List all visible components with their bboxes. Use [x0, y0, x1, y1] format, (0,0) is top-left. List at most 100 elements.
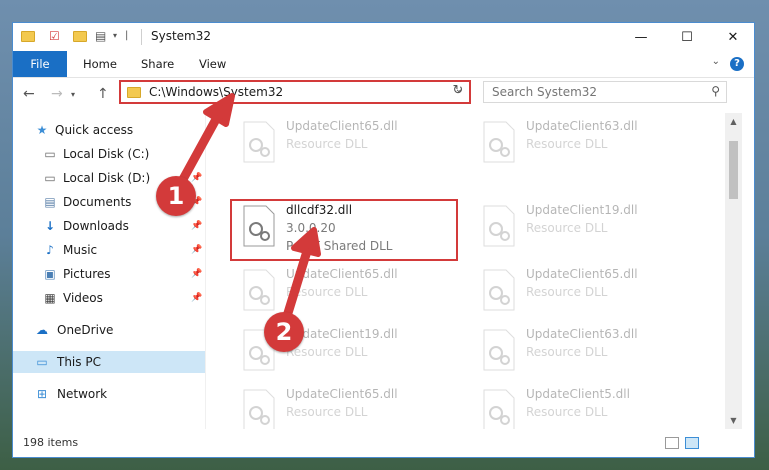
minimize-button[interactable]: —	[618, 23, 664, 51]
file-item[interactable]: UpdateClient63.dll Resource DLL	[474, 117, 698, 173]
ribbon: File Home Share View ⌄ ?	[13, 51, 754, 78]
help-icon[interactable]: ?	[730, 57, 744, 71]
file-explorer-window: ☑ ▤ ▾ | System32 — ☐ ✕ File Home Share V…	[12, 22, 755, 458]
file-name: UpdateClient65.dll	[286, 387, 398, 401]
file-name: UpdateClient63.dll	[526, 327, 638, 341]
drive-icon: ▭	[44, 147, 56, 161]
file-item[interactable]: UpdateClient65.dll Resource DLL	[234, 265, 458, 321]
file-description: Resource DLL	[526, 221, 608, 235]
callout-badge-1: 1	[156, 176, 196, 216]
file-description: Resource DLL	[286, 285, 368, 299]
large-icons-view-icon[interactable]	[685, 437, 699, 449]
refresh-icon[interactable]: ↻	[449, 82, 467, 100]
scroll-up-arrow-icon[interactable]: ▲	[725, 113, 742, 130]
sidebar-item-local-disk-c[interactable]: ▭ Local Disk (C:)	[13, 143, 205, 165]
navigation-pane: ★ Quick access ▭ Local Disk (C:) ▭ Local…	[13, 113, 206, 429]
file-item[interactable]: UpdateClient65.dll Resource DLL	[234, 385, 458, 429]
search-input[interactable]	[492, 84, 692, 100]
dll-file-icon	[483, 269, 515, 311]
dll-file-icon	[243, 121, 275, 163]
sidebar-item-label: Pictures	[63, 267, 111, 281]
back-arrow-icon[interactable]: ←	[23, 86, 35, 102]
sidebar-item-label: Downloads	[63, 219, 129, 233]
sidebar-item-label: Local Disk (C:)	[63, 147, 150, 161]
sidebar-item-this-pc[interactable]: ▭ This PC	[13, 351, 205, 373]
sidebar-item-label: Videos	[63, 291, 103, 305]
tab-file[interactable]: File	[13, 51, 67, 77]
properties-icon[interactable]: ☑	[49, 29, 63, 43]
pin-icon[interactable]: 📌	[191, 263, 202, 285]
file-name: UpdateClient65.dll	[286, 119, 398, 133]
file-name: UpdateClient63.dll	[526, 119, 638, 133]
file-item[interactable]: UpdateClient65.dll Resource DLL	[234, 117, 458, 173]
vertical-scrollbar[interactable]: ▲ ▼	[725, 113, 742, 429]
sidebar-item-label: Quick access	[55, 123, 134, 137]
scroll-thumb[interactable]	[729, 141, 738, 199]
computer-icon: ▭	[36, 355, 48, 369]
sidebar-item-music[interactable]: ♪ Music 📌	[13, 239, 205, 261]
pin-icon[interactable]: 📌	[191, 287, 202, 309]
file-item[interactable]: UpdateClient5.dll Resource DLL	[474, 385, 698, 429]
sidebar-item-videos[interactable]: ▦ Videos 📌	[13, 287, 205, 309]
chevron-down-icon[interactable]: ⌄	[712, 56, 720, 67]
file-name: UpdateClient65.dll	[286, 267, 398, 281]
sidebar-item-label: Local Disk (D:)	[63, 171, 151, 185]
folder-icon	[21, 29, 35, 43]
pin-icon[interactable]: 📌	[191, 239, 202, 261]
item-count: 198 items	[23, 436, 79, 449]
sidebar-item-pictures[interactable]: ▣ Pictures 📌	[13, 263, 205, 285]
dll-file-icon	[483, 329, 515, 371]
file-item[interactable]: UpdateClient63.dll Resource DLL	[474, 325, 698, 381]
callout-badge-2: 2	[264, 312, 304, 352]
download-icon: ↓	[44, 219, 56, 233]
tab-home[interactable]: Home	[69, 51, 131, 77]
music-icon: ♪	[46, 243, 54, 257]
file-item[interactable]: UpdateClient19.dll Resource DLL	[474, 201, 698, 257]
title-separator	[141, 29, 142, 45]
sidebar-item-downloads[interactable]: ↓ Downloads 📌	[13, 215, 205, 237]
star-icon: ★	[36, 123, 48, 137]
navigation-bar: ← → ▾ ↑ C:\Windows\System32 ⌄ ↻ ⚲	[13, 78, 754, 112]
sidebar-item-label: Documents	[63, 195, 132, 209]
scroll-down-arrow-icon[interactable]: ▼	[725, 412, 742, 429]
drive-icon: ▭	[44, 171, 56, 185]
cloud-icon: ☁	[36, 323, 48, 337]
file-description: Resource DLL	[286, 137, 368, 151]
documents-icon: ▤	[44, 195, 56, 209]
search-icon[interactable]: ⚲	[711, 84, 720, 98]
details-view-icon[interactable]	[665, 437, 679, 449]
dll-file-icon	[243, 269, 275, 311]
sidebar-item-quick-access[interactable]: ★ Quick access	[13, 119, 205, 141]
customize-toolbar-icon[interactable]: ▤	[95, 29, 109, 43]
sidebar-item-network[interactable]: ⊞ Network	[13, 383, 205, 405]
tab-view[interactable]: View	[185, 51, 240, 77]
address-bar[interactable]: C:\Windows\System32 ⌄	[119, 80, 471, 104]
file-list: UpdateClient65.dll Resource DLL UpdateCl…	[206, 113, 724, 429]
forward-arrow-icon[interactable]: →	[51, 86, 63, 102]
sidebar-item-label: OneDrive	[57, 323, 114, 337]
sidebar-item-label: Music	[63, 243, 98, 257]
new-folder-icon[interactable]	[73, 29, 87, 43]
file-description: Resource DLL	[526, 345, 608, 359]
dll-file-icon	[483, 205, 515, 247]
file-name: UpdateClient19.dll	[526, 203, 638, 217]
search-box[interactable]: ⚲	[483, 81, 727, 103]
close-button[interactable]: ✕	[710, 23, 754, 51]
dll-file-icon	[483, 121, 515, 163]
up-arrow-icon[interactable]: ↑	[97, 86, 109, 102]
file-name: UpdateClient5.dll	[526, 387, 630, 401]
tab-share[interactable]: Share	[127, 51, 188, 77]
file-description: Resource DLL	[526, 405, 608, 419]
dll-file-icon	[483, 389, 515, 429]
file-highlight-box	[230, 199, 458, 261]
sidebar-item-onedrive[interactable]: ☁ OneDrive	[13, 319, 205, 341]
file-description: Resource DLL	[526, 137, 608, 151]
folder-icon	[127, 87, 141, 98]
pin-icon[interactable]: 📌	[191, 215, 202, 237]
recent-locations-chevron-icon[interactable]: ▾	[71, 90, 75, 99]
maximize-button[interactable]: ☐	[664, 23, 710, 51]
window-title: System32	[151, 29, 212, 43]
file-item[interactable]: UpdateClient65.dll Resource DLL	[474, 265, 698, 321]
title-bar: ☑ ▤ ▾ | System32 — ☐ ✕	[13, 23, 754, 51]
address-path: C:\Windows\System32	[149, 85, 284, 99]
